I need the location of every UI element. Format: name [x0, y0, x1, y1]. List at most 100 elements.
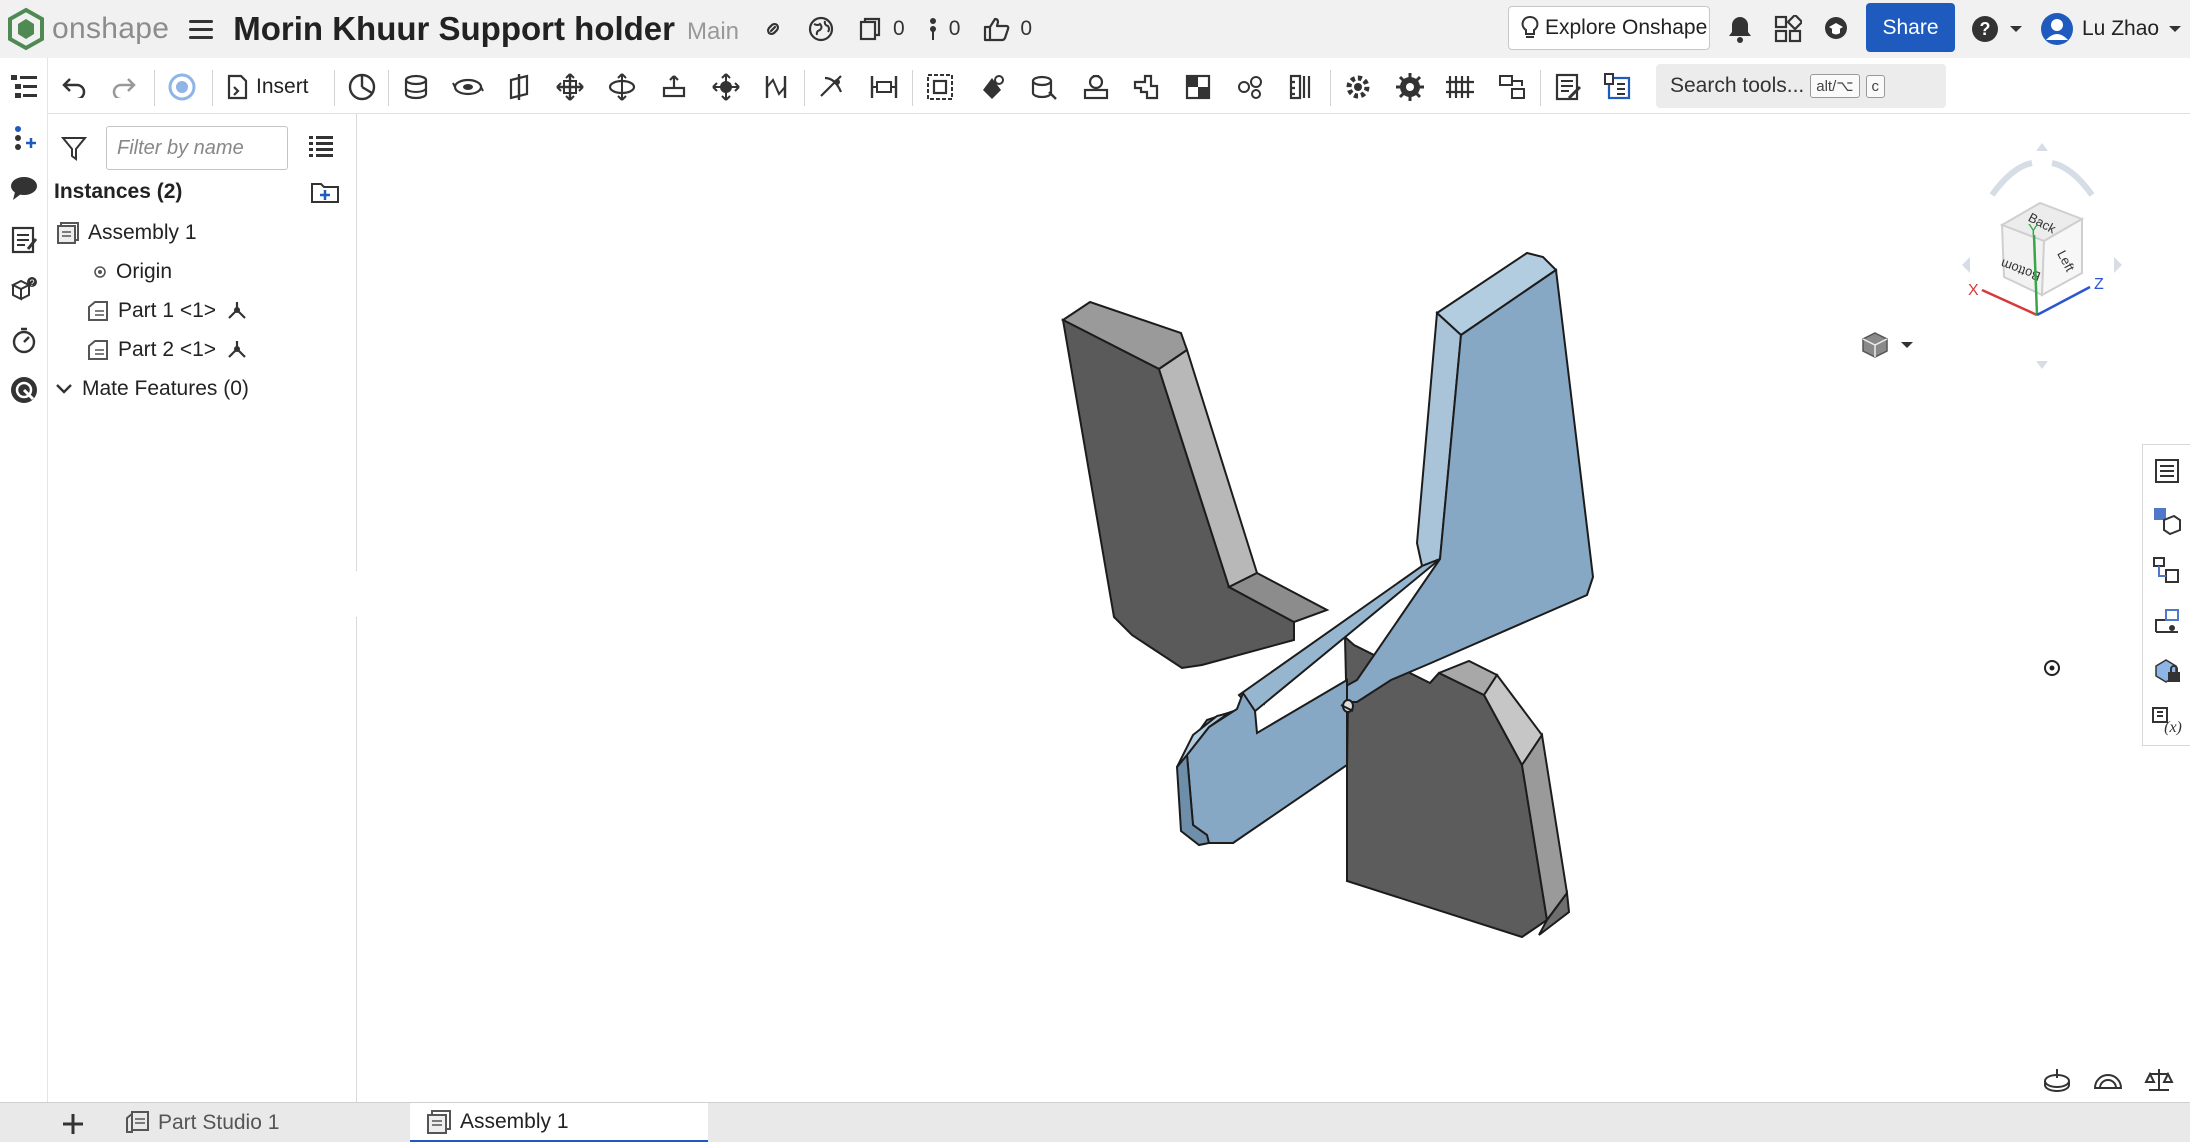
explore-onshape-button[interactable]: Explore Onshape — [1508, 6, 1710, 50]
mate-connector-icon — [226, 300, 248, 322]
versions-count: 0 — [893, 17, 905, 40]
tab-label: Assembly 1 — [460, 1109, 569, 1133]
add-folder-icon[interactable] — [310, 180, 340, 209]
section-cut-icon[interactable] — [2092, 1066, 2124, 1092]
planar-mate-icon[interactable] — [552, 70, 588, 104]
tree-item-origin[interactable]: Origin — [92, 255, 172, 289]
branch-name[interactable]: Main — [687, 18, 739, 46]
rack-pinion-icon[interactable] — [1078, 70, 1114, 104]
onshape-logo-icon — [8, 7, 44, 51]
render-studio-icon[interactable] — [4, 370, 44, 410]
filter-icon[interactable] — [60, 134, 88, 167]
named-views-icon[interactable] — [1600, 70, 1636, 104]
learning-center-icon[interactable] — [1822, 14, 1850, 47]
animation-timer-icon[interactable] — [4, 320, 44, 360]
versions-icon[interactable]: 0 — [857, 16, 905, 42]
search-tools-button[interactable]: Search tools... alt/⌥ c — [1656, 64, 1946, 108]
chevron-down-icon — [1901, 342, 1913, 348]
help-icon: ? — [1972, 16, 1998, 42]
origin-icon — [92, 264, 108, 280]
globe-icon[interactable] — [807, 15, 835, 43]
configurations-icon[interactable]: ? — [4, 270, 44, 310]
graphics-viewport[interactable]: Back Left Bottom X Y Z — [357, 115, 2142, 1102]
screw-relation-icon[interactable] — [1128, 70, 1164, 104]
instances-panel-icon[interactable] — [2149, 553, 2185, 589]
likes-count: 0 — [1020, 17, 1033, 40]
notes-icon[interactable] — [4, 220, 44, 260]
feature-list-icon[interactable] — [4, 66, 44, 106]
width-mate-icon[interactable] — [866, 70, 902, 104]
pin-slot-mate-icon[interactable] — [656, 70, 692, 104]
fastened-mate-icon[interactable] — [398, 70, 434, 104]
tree-item-assembly[interactable]: Assembly 1 — [56, 216, 197, 250]
bill-of-materials-icon[interactable] — [1550, 70, 1586, 104]
help-menu[interactable]: ? — [1970, 14, 2024, 44]
ball-mate-icon[interactable] — [708, 70, 744, 104]
comments-icon[interactable] — [4, 168, 44, 208]
measure-icon[interactable] — [1284, 70, 1320, 104]
axis-y-label: Y — [2028, 222, 2039, 239]
tab-part-studio-1[interactable]: Part Studio 1 — [108, 1103, 408, 1142]
redo-icon[interactable] — [106, 70, 142, 104]
appearance-panel-icon[interactable] — [2149, 453, 2185, 489]
slider-mate-icon[interactable] — [502, 70, 538, 104]
mate-values-panel-icon[interactable] — [2149, 603, 2185, 639]
view-cube[interactable]: Back Left Bottom X Y Z — [1932, 135, 2152, 375]
chevron-down-icon — [2010, 26, 2022, 32]
mate-connector-icon — [226, 339, 248, 361]
link-icon[interactable] — [761, 17, 785, 41]
explode-icon[interactable] — [1494, 70, 1530, 104]
linear-relation-icon[interactable] — [1180, 70, 1216, 104]
gear-icon[interactable] — [1392, 70, 1428, 104]
lightbulb-icon — [1521, 16, 1539, 38]
share-button[interactable]: Share — [1866, 3, 1955, 52]
list-view-icon[interactable] — [308, 134, 334, 163]
user-name: Lu Zhao — [2082, 17, 2160, 40]
tree-item-label: Part 2 <1> — [118, 338, 217, 361]
variables-panel-icon[interactable]: (x) — [2149, 703, 2185, 739]
like-icon[interactable]: 0 — [982, 16, 1032, 42]
shortcut-key-c: c — [1865, 74, 1886, 98]
part-studio-icon — [124, 1110, 150, 1136]
cylindrical-mate-icon[interactable] — [604, 70, 640, 104]
mass-properties-icon[interactable] — [2144, 1066, 2174, 1094]
section-view-icon[interactable] — [2042, 1066, 2072, 1092]
instances-heading: Instances (2) — [54, 180, 183, 203]
user-menu[interactable]: Lu Zhao — [2040, 12, 2183, 46]
settings-gear-icon[interactable] — [1340, 70, 1376, 104]
onshape-logo[interactable]: onshape — [6, 7, 169, 51]
branches-icon[interactable]: 0 — [927, 16, 960, 42]
bom-panel-icon[interactable] — [2149, 503, 2185, 539]
revolute-mate-icon[interactable] — [450, 70, 486, 104]
tangent-mate-icon[interactable] — [814, 70, 850, 104]
tree-item-mate-features[interactable]: Mate Features (0) — [54, 372, 249, 406]
mate-connector-icon[interactable] — [974, 70, 1010, 104]
notifications-bell-icon[interactable] — [1726, 14, 1754, 49]
chevron-down-icon[interactable] — [54, 382, 74, 396]
view-cube-axes: X Y Z — [1968, 222, 2104, 317]
main-menu-icon[interactable] — [189, 19, 214, 39]
explore-onshape-label: Explore Onshape — [1545, 16, 1708, 39]
sync-icon[interactable] — [164, 70, 200, 104]
gear-relation-icon[interactable] — [1026, 70, 1062, 104]
view-mode-menu[interactable] — [1860, 330, 1914, 360]
insert-icon — [227, 74, 248, 100]
insert-mate-connector-icon[interactable] — [4, 118, 44, 158]
view-cube-body[interactable]: Back Left Bottom — [1999, 201, 2085, 297]
rack-icon[interactable] — [1442, 70, 1478, 104]
replicate-icon[interactable] — [344, 70, 380, 104]
undo-icon[interactable] — [56, 70, 92, 104]
tab-assembly-1[interactable]: Assembly 1 — [410, 1103, 708, 1142]
assembly-model[interactable] — [357, 115, 2142, 1102]
cam-relation-icon[interactable] — [1232, 70, 1268, 104]
add-tab-icon[interactable] — [56, 1107, 90, 1141]
filter-by-name-input[interactable] — [106, 126, 288, 170]
lock-part-icon[interactable] — [2149, 653, 2185, 689]
app-store-icon[interactable] — [1774, 13, 1804, 48]
tree-item-part1[interactable]: Part 1 <1> — [86, 294, 248, 328]
group-icon[interactable] — [922, 70, 958, 104]
insert-button[interactable]: Insert — [226, 70, 309, 104]
tree-item-part2[interactable]: Part 2 <1> — [86, 333, 248, 367]
document-title[interactable]: Morin Khuur Support holder — [233, 10, 675, 48]
parallel-mate-icon[interactable] — [758, 70, 794, 104]
